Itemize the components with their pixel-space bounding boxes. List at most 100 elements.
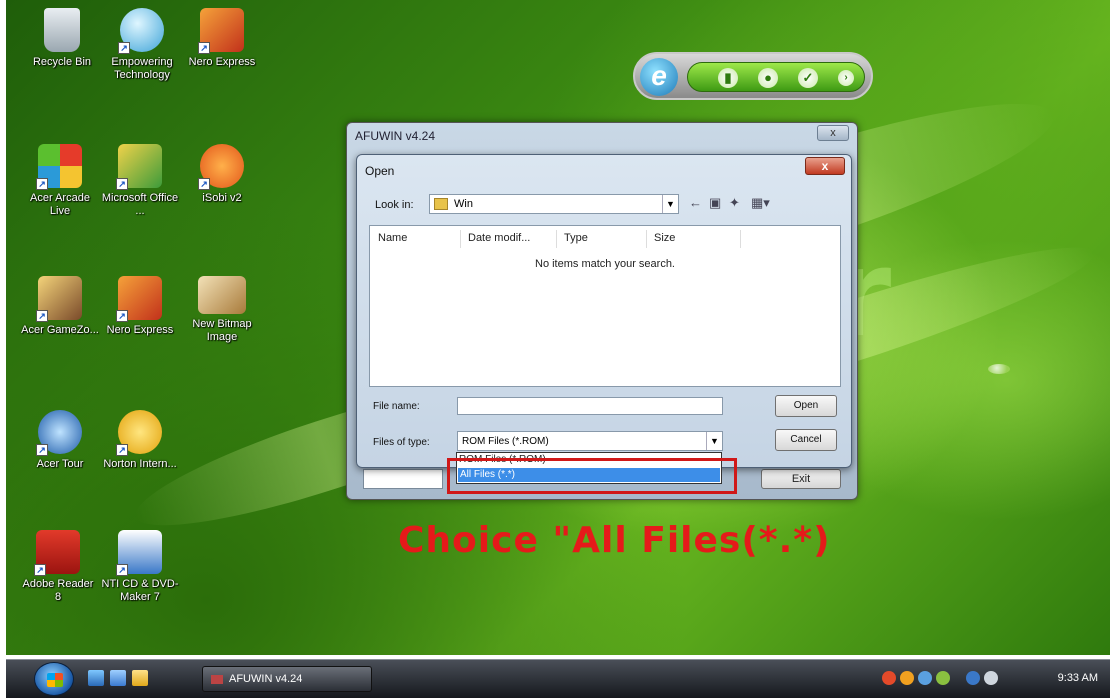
gadget-button-bar: ▮ ● ✓ ›	[687, 62, 865, 92]
red-highlight-box	[447, 458, 737, 494]
file-name-input[interactable]	[457, 397, 723, 415]
screen: r Recycle Bin ↗ Empowering Technology ↗ …	[0, 0, 1112, 698]
look-in-select[interactable]: Win ▼	[429, 194, 679, 214]
empowering-e-icon[interactable]: e	[640, 58, 678, 96]
norton-internet-icon: ↗	[116, 410, 162, 456]
windows-logo-icon	[47, 673, 63, 687]
desktop-icon-label: Empowering Technology	[111, 56, 173, 81]
file-list[interactable]: Name Date modif... Type Size No items ma…	[369, 225, 841, 387]
instruction-annotation: Choice "All Files(*.*)	[398, 520, 831, 561]
taskbar-button-label: AFUWIN v4.24	[229, 673, 303, 685]
desktop-icon-nti-cd-dvd-maker[interactable]: ↗ NTI CD & DVD-Maker 7	[100, 530, 180, 604]
empty-list-message: No items match your search.	[535, 258, 675, 270]
desktop-icon-adobe-reader[interactable]: ↗ Adobe Reader 8	[18, 530, 98, 604]
column-header-date-modified[interactable]: Date modif...	[468, 232, 530, 244]
chart-icon[interactable]: ✓	[798, 68, 818, 88]
acer-gamezone-icon: ↗	[36, 276, 82, 322]
desktop-icon-isobi[interactable]: ↗ iSobi v2	[182, 144, 262, 205]
shortcut-arrow-icon: ↗	[118, 42, 130, 54]
open-file-dialog: Open x Look in: Win ▼ ← ▣ ✦ ▦▾ Name Date…	[356, 154, 852, 468]
chevron-down-icon[interactable]: ▼	[662, 195, 678, 213]
empowering-technology-gadget[interactable]: e ▮ ● ✓ ›	[633, 52, 873, 100]
tray-security-icon[interactable]	[882, 671, 896, 685]
shortcut-arrow-icon: ↗	[116, 310, 128, 322]
desktop-icon-label: New Bitmap Image	[192, 318, 252, 343]
start-button[interactable]	[34, 662, 74, 696]
desktop-icon-label: Adobe Reader 8	[22, 578, 94, 603]
up-folder-icon[interactable]: ▣	[709, 195, 721, 211]
folder-quicklaunch-icon[interactable]	[132, 670, 148, 686]
show-desktop-icon[interactable]	[88, 670, 104, 686]
shortcut-arrow-icon: ↗	[198, 42, 210, 54]
desktop-icon-label: Nero Express	[188, 56, 256, 68]
taskbar: AFUWIN v4.24 9:33 AM	[6, 659, 1110, 698]
desktop-icon-acer-arcade-live[interactable]: ↗ Acer Arcade Live	[20, 144, 100, 218]
views-menu-icon[interactable]: ▦▾	[751, 195, 770, 211]
desktop-icon-label: Nero Express	[106, 324, 174, 336]
shortcut-arrow-icon: ↗	[36, 444, 48, 456]
tray-network-icon[interactable]	[918, 671, 932, 685]
desktop-icon-label: iSobi v2	[202, 192, 242, 204]
column-divider	[740, 230, 741, 248]
desktop-icon-label: Microsoft Office ...	[101, 192, 179, 217]
desktop-icon-label: Acer GameZo...	[21, 324, 99, 336]
taskbar-afuwin-button[interactable]: AFUWIN v4.24	[202, 666, 372, 692]
tray-display-icon[interactable]	[966, 671, 980, 685]
shortcut-arrow-icon: ↗	[36, 178, 48, 190]
desktop-icon-nero-express[interactable]: ↗ Nero Express	[182, 8, 262, 69]
desktop-icon-label: Norton Intern...	[103, 458, 177, 470]
afuwin-title: AFUWIN v4.24	[355, 129, 436, 143]
column-header-type[interactable]: Type	[564, 232, 588, 244]
tray-acer-icon[interactable]	[900, 671, 914, 685]
adobe-reader-icon: ↗	[34, 530, 80, 576]
desktop-icon-microsoft-office[interactable]: ↗ Microsoft Office ...	[100, 144, 180, 218]
desktop-icon-acer-tour[interactable]: ↗ Acer Tour	[20, 410, 100, 471]
column-header-name[interactable]: Name	[378, 232, 407, 244]
afuwin-close-button[interactable]: x	[817, 125, 849, 141]
column-header-size[interactable]: Size	[654, 232, 675, 244]
open-button[interactable]: Open	[775, 395, 837, 417]
globe-icon[interactable]: ●	[758, 68, 778, 88]
look-in-label: Look in:	[375, 199, 414, 211]
afuwin-exit-button[interactable]: Exit	[761, 469, 841, 489]
files-of-type-select[interactable]: ROM Files (*.ROM) ▼	[457, 431, 723, 451]
desktop-icon-norton-internet[interactable]: ↗ Norton Intern...	[100, 410, 180, 471]
chevron-right-icon[interactable]: ›	[838, 70, 854, 86]
new-folder-icon[interactable]: ✦	[729, 195, 740, 211]
taskbar-clock[interactable]: 9:33 AM	[1058, 672, 1098, 684]
desktop-icon-label: Acer Arcade Live	[30, 192, 90, 217]
open-dialog-close-button[interactable]: x	[805, 157, 845, 175]
desktop-icon-new-bitmap-image[interactable]: New Bitmap Image	[182, 276, 262, 344]
volume-icon[interactable]	[984, 671, 998, 685]
microsoft-office-icon: ↗	[116, 144, 162, 190]
afuwin-app-icon	[211, 675, 223, 684]
back-icon[interactable]: ←	[689, 195, 702, 210]
lock-icon[interactable]: ▮	[718, 68, 738, 88]
column-divider	[556, 230, 557, 248]
wallpaper-dew-drop	[988, 364, 1010, 374]
files-of-type-label: Files of type:	[373, 437, 430, 448]
desktop-icon-acer-gamezone[interactable]: ↗ Acer GameZo...	[20, 276, 100, 337]
afuwin-status-field	[363, 469, 443, 489]
chevron-down-icon[interactable]: ▼	[706, 432, 722, 450]
nti-cd-dvd-maker-icon: ↗	[116, 530, 162, 576]
desktop-icon-label: NTI CD & DVD-Maker 7	[101, 578, 179, 603]
cancel-button[interactable]: Cancel	[775, 429, 837, 451]
acer-tour-icon: ↗	[36, 410, 82, 456]
column-divider	[646, 230, 647, 248]
open-dialog-title: Open	[365, 164, 395, 178]
folder-icon	[434, 198, 448, 210]
desktop-icon-label: Recycle Bin	[32, 56, 92, 68]
nero-express-2-icon: ↗	[116, 276, 162, 322]
switch-windows-icon[interactable]	[110, 670, 126, 686]
shortcut-arrow-icon: ↗	[116, 444, 128, 456]
desktop-icon-empowering-technology[interactable]: ↗ Empowering Technology	[102, 8, 182, 82]
desktop-icon-recycle-bin[interactable]: Recycle Bin	[22, 8, 102, 69]
empowering-technology-icon: ↗	[118, 8, 164, 54]
desktop-icon-nero-express-2[interactable]: ↗ Nero Express	[100, 276, 180, 337]
column-divider	[460, 230, 461, 248]
desktop-icon-label: Acer Tour	[36, 458, 84, 470]
nero-express-icon: ↗	[198, 8, 244, 54]
isobi-icon: ↗	[198, 144, 244, 190]
tray-power-icon[interactable]	[936, 671, 950, 685]
